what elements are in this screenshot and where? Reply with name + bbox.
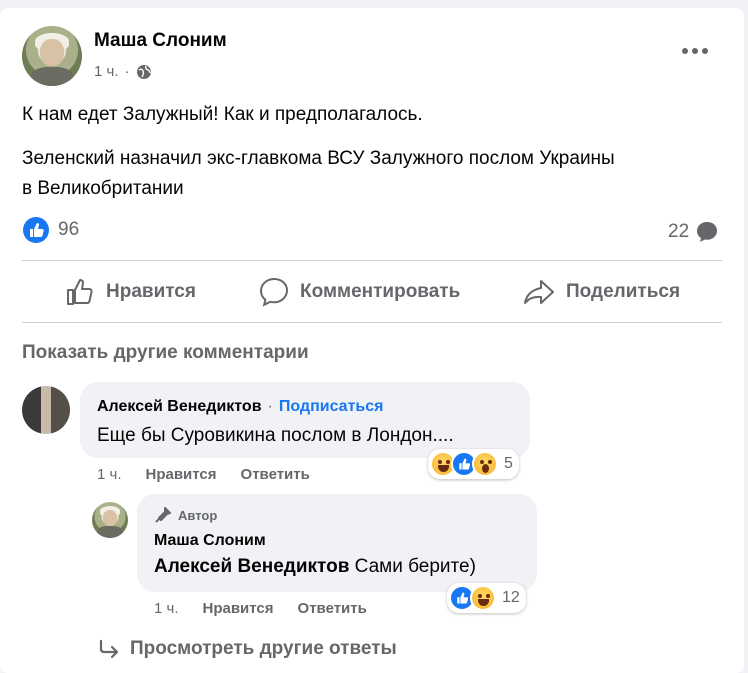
view-more-replies-label: Просмотреть другие ответы xyxy=(130,638,397,659)
reply-reply-button[interactable]: Ответить xyxy=(298,600,367,617)
reply-arrow-icon xyxy=(99,639,119,659)
comment-bubble-icon xyxy=(697,222,718,242)
more-icon xyxy=(682,48,708,54)
reaction-count: 5 xyxy=(504,455,513,472)
post-meta: 1 ч. · xyxy=(94,63,152,80)
post-time[interactable]: 1 ч. xyxy=(94,63,119,80)
reply-reactions[interactable]: 12 xyxy=(447,583,526,613)
show-more-comments[interactable]: Показать другие комментарии xyxy=(22,342,309,364)
comment-time[interactable]: 1 ч. xyxy=(97,466,122,483)
post-text-line1: К нам едет Залужный! Как и предполагалос… xyxy=(22,104,423,125)
reaction-count: 12 xyxy=(502,589,520,606)
share-label: Поделиться xyxy=(566,281,681,302)
author-badge-label: Автор xyxy=(178,507,218,523)
reply-author-avatar[interactable] xyxy=(92,502,128,538)
like-reaction-icon xyxy=(23,217,49,243)
comment-button[interactable]: Комментировать xyxy=(258,276,460,308)
divider-top xyxy=(22,260,722,261)
author-name[interactable]: Маша Слоним xyxy=(94,30,227,52)
comment-header: Алексей Венедиктов · Подписаться xyxy=(97,398,383,416)
comment-like-button[interactable]: Нравится xyxy=(146,466,217,483)
microphone-icon xyxy=(155,507,171,523)
reply-time[interactable]: 1 ч. xyxy=(154,600,179,617)
mention-link[interactable]: Алексей Венедиктов xyxy=(154,556,349,577)
reply-author[interactable]: Маша Слоним xyxy=(154,532,266,550)
share-icon xyxy=(524,280,554,304)
more-options-button[interactable] xyxy=(682,48,708,54)
divider-bottom xyxy=(22,322,722,323)
comment-count-link[interactable]: 22 xyxy=(668,220,719,244)
like-button[interactable]: Нравится xyxy=(64,276,196,308)
commenter-avatar[interactable] xyxy=(22,386,70,434)
reply-actions: 1 ч. Нравится Ответить xyxy=(154,600,367,617)
view-more-replies[interactable]: Просмотреть другие ответы xyxy=(98,638,397,660)
comment-author[interactable]: Алексей Венедиктов xyxy=(97,398,262,416)
comment-reply-button[interactable]: Ответить xyxy=(241,466,310,483)
comment-reactions[interactable]: 5 xyxy=(428,449,519,479)
dot-separator: · xyxy=(124,63,130,80)
like-label: Нравится xyxy=(106,281,196,302)
globe-icon xyxy=(136,64,151,79)
reaction-summary[interactable]: 96 xyxy=(22,216,79,244)
comment-text: Еще бы Суровикина послом в Лондон.... xyxy=(97,425,454,446)
post-text-line2b: в Великобритании xyxy=(22,178,184,199)
reply-text: Алексей Венедиктов Сами берите) xyxy=(154,556,476,578)
share-button[interactable]: Поделиться xyxy=(522,276,680,308)
wow-emoji-icon xyxy=(472,451,498,477)
thumbs-up-icon xyxy=(67,279,93,305)
comment-label: Комментировать xyxy=(300,281,461,302)
dot-separator: · xyxy=(267,398,273,415)
comment-icon xyxy=(259,277,289,307)
reply-body: Сами берите) xyxy=(354,556,476,577)
post-card: Маша Слоним 1 ч. · К нам едет Залужный! … xyxy=(0,8,744,673)
author-badge: Автор xyxy=(154,506,217,524)
author-avatar[interactable] xyxy=(22,26,82,86)
follow-link[interactable]: Подписаться xyxy=(279,398,384,416)
comment-count: 22 xyxy=(668,221,690,242)
reply-like-button[interactable]: Нравится xyxy=(203,600,274,617)
comment-actions: 1 ч. Нравится Ответить xyxy=(97,466,310,483)
post-text-line2a: Зеленский назначил экс-главкома ВСУ Залу… xyxy=(22,148,615,169)
haha-emoji-icon xyxy=(470,585,496,611)
like-count: 96 xyxy=(58,219,80,240)
